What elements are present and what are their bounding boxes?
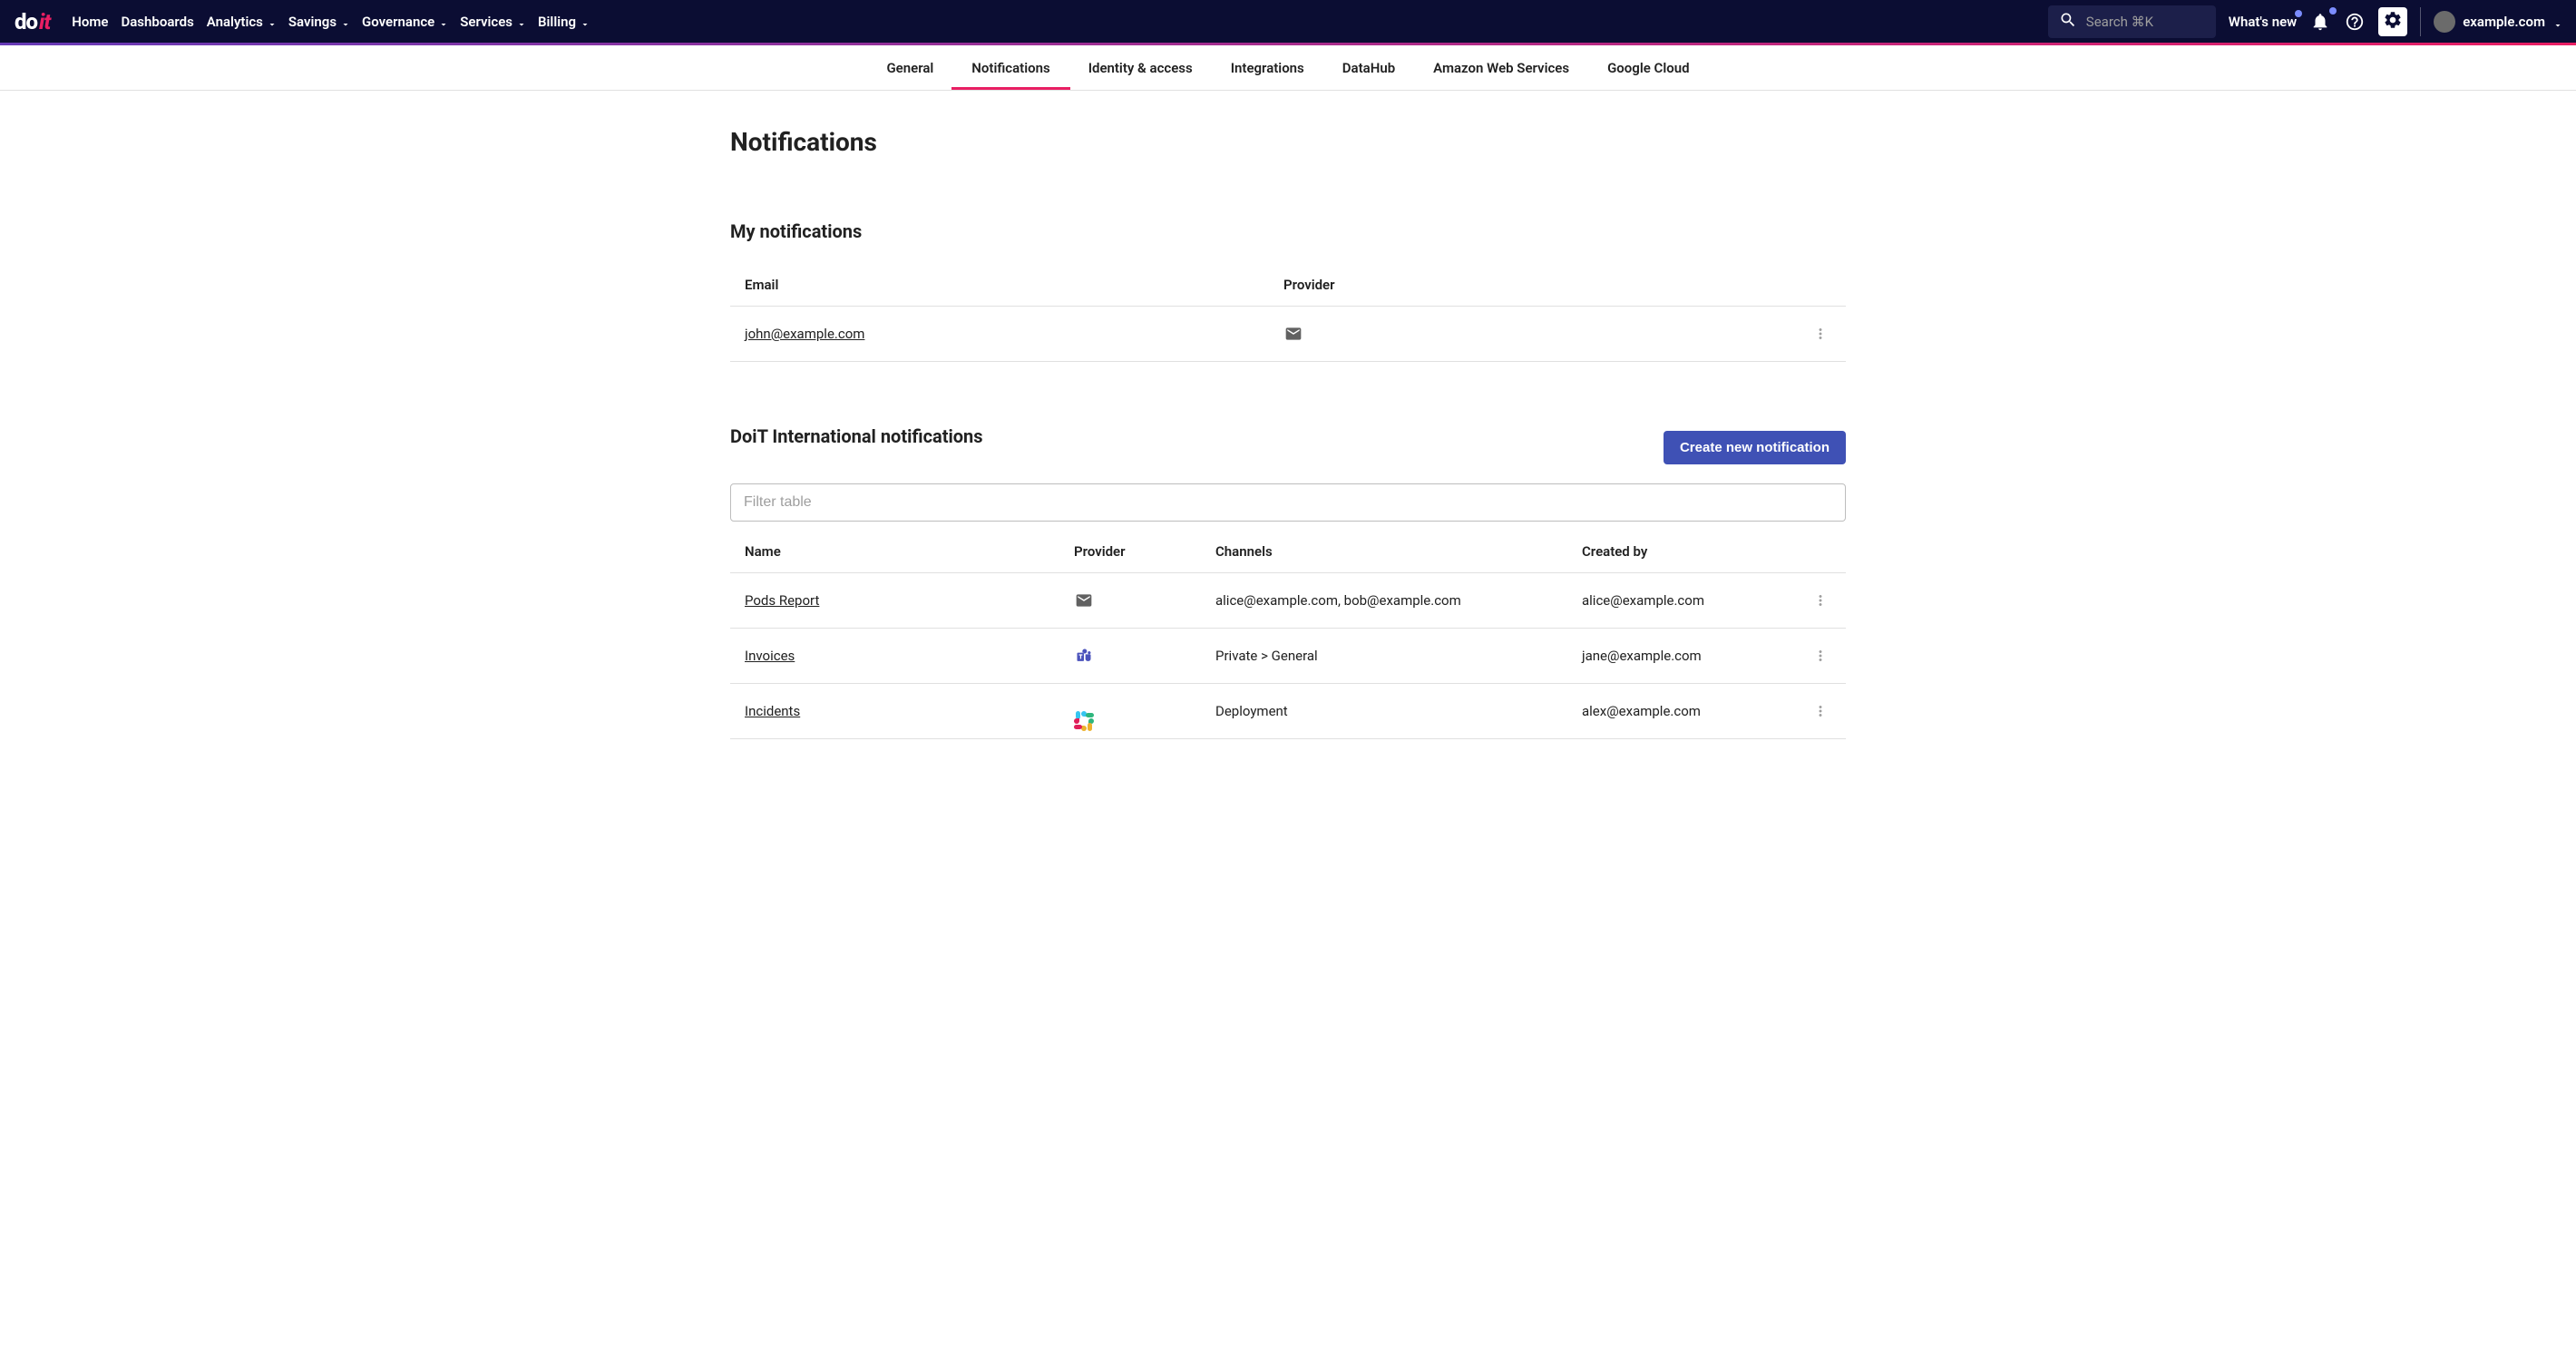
channels-cell: alice@example.com, bob@example.com <box>1215 592 1582 609</box>
gear-icon <box>2383 10 2403 34</box>
divider <box>2420 7 2421 36</box>
nav-services[interactable]: Services <box>460 14 525 30</box>
notification-name-link[interactable]: Invoices <box>745 648 795 664</box>
bell-icon[interactable] <box>2309 11 2331 33</box>
avatar <box>2434 11 2455 33</box>
logo[interactable]: doit <box>15 9 50 34</box>
col-channels: Channels <box>1215 543 1582 560</box>
tab-google-cloud[interactable]: Google Cloud <box>1607 47 1689 89</box>
nav-savings[interactable]: Savings <box>288 14 349 30</box>
help-icon[interactable] <box>2344 11 2366 33</box>
row-menu-button[interactable] <box>1810 323 1831 345</box>
email-icon <box>1074 590 1094 610</box>
chevron-down-icon <box>267 17 276 26</box>
user-menu[interactable]: example.com <box>2434 11 2561 33</box>
col-name: Name <box>745 543 1074 560</box>
search-placeholder: Search ⌘K <box>2086 14 2153 30</box>
chevron-down-icon <box>580 17 589 26</box>
chevron-down-icon <box>2552 17 2561 26</box>
col-email: Email <box>745 277 1283 293</box>
search-icon <box>2059 11 2077 33</box>
table-row: Incidents Deploymentalex@example.com <box>730 684 1846 739</box>
my-notifications-title: My notifications <box>730 220 1846 242</box>
primary-nav: Home Dashboards Analytics Savings Governance… <box>72 14 589 30</box>
page-title: Notifications <box>730 127 1846 157</box>
tab-notifications[interactable]: Notifications <box>971 47 1049 89</box>
notification-name-link[interactable]: Pods Report <box>745 592 819 609</box>
email-icon <box>1283 324 1303 344</box>
nav-analytics[interactable]: Analytics <box>207 14 276 30</box>
created-by-cell: jane@example.com <box>1582 648 1777 664</box>
tab-general[interactable]: General <box>886 47 933 89</box>
tab-identity-access[interactable]: Identity & access <box>1088 47 1193 89</box>
col-provider: Provider <box>1074 543 1215 560</box>
col-created-by: Created by <box>1582 543 1777 560</box>
created-by-cell: alice@example.com <box>1582 592 1777 609</box>
notification-dot-icon <box>2295 10 2302 17</box>
channels-cell: Private > General <box>1215 648 1582 664</box>
table-row: john@example.com <box>730 307 1846 362</box>
teams-icon <box>1074 646 1094 666</box>
created-by-cell: alex@example.com <box>1582 703 1777 719</box>
channels-cell: Deployment <box>1215 703 1582 719</box>
table-row: Invoices Private > Generaljane@example.co… <box>730 629 1846 684</box>
notification-dot-icon <box>2329 7 2337 15</box>
settings-button[interactable] <box>2378 7 2407 36</box>
tab-datahub[interactable]: DataHub <box>1342 47 1395 89</box>
row-menu-button[interactable] <box>1810 645 1831 667</box>
tab-integrations[interactable]: Integrations <box>1231 47 1304 89</box>
nav-home[interactable]: Home <box>72 14 108 30</box>
notification-name-link[interactable]: Incidents <box>745 703 800 719</box>
nav-governance[interactable]: Governance <box>362 14 447 30</box>
chevron-down-icon <box>340 17 349 26</box>
col-provider: Provider <box>1283 277 1777 293</box>
table-header: Email Provider <box>730 264 1846 307</box>
row-menu-button[interactable] <box>1810 700 1831 722</box>
nav-dashboards[interactable]: Dashboards <box>121 14 193 30</box>
chevron-down-icon <box>516 17 525 26</box>
org-notifications-title: DoiT International notifications <box>730 425 983 447</box>
create-notification-button[interactable]: Create new notification <box>1664 431 1846 464</box>
row-menu-button[interactable] <box>1810 590 1831 611</box>
tab-amazon-web-services[interactable]: Amazon Web Services <box>1433 47 1569 89</box>
org-notifications-table: Name Provider Channels Created by Pods R… <box>730 531 1846 739</box>
filter-input[interactable] <box>730 483 1846 522</box>
whats-new-link[interactable]: What's new <box>2229 14 2297 30</box>
page-content: Notifications My notifications Email Pro… <box>730 91 1846 794</box>
topbar: doit Home Dashboards Analytics Savings Gover… <box>0 0 2576 45</box>
table-row: Pods Report alice@example.com, bob@exampl… <box>730 573 1846 629</box>
settings-tabs: General Notifications Identity & access Int… <box>0 45 2576 91</box>
email-link[interactable]: john@example.com <box>745 326 864 342</box>
my-notifications-table: Email Provider john@example.com <box>730 264 1846 362</box>
nav-billing[interactable]: Billing <box>538 14 589 30</box>
chevron-down-icon <box>438 17 447 26</box>
search-input[interactable]: Search ⌘K <box>2048 5 2216 38</box>
username: example.com <box>2463 14 2545 30</box>
table-header: Name Provider Channels Created by <box>730 531 1846 573</box>
